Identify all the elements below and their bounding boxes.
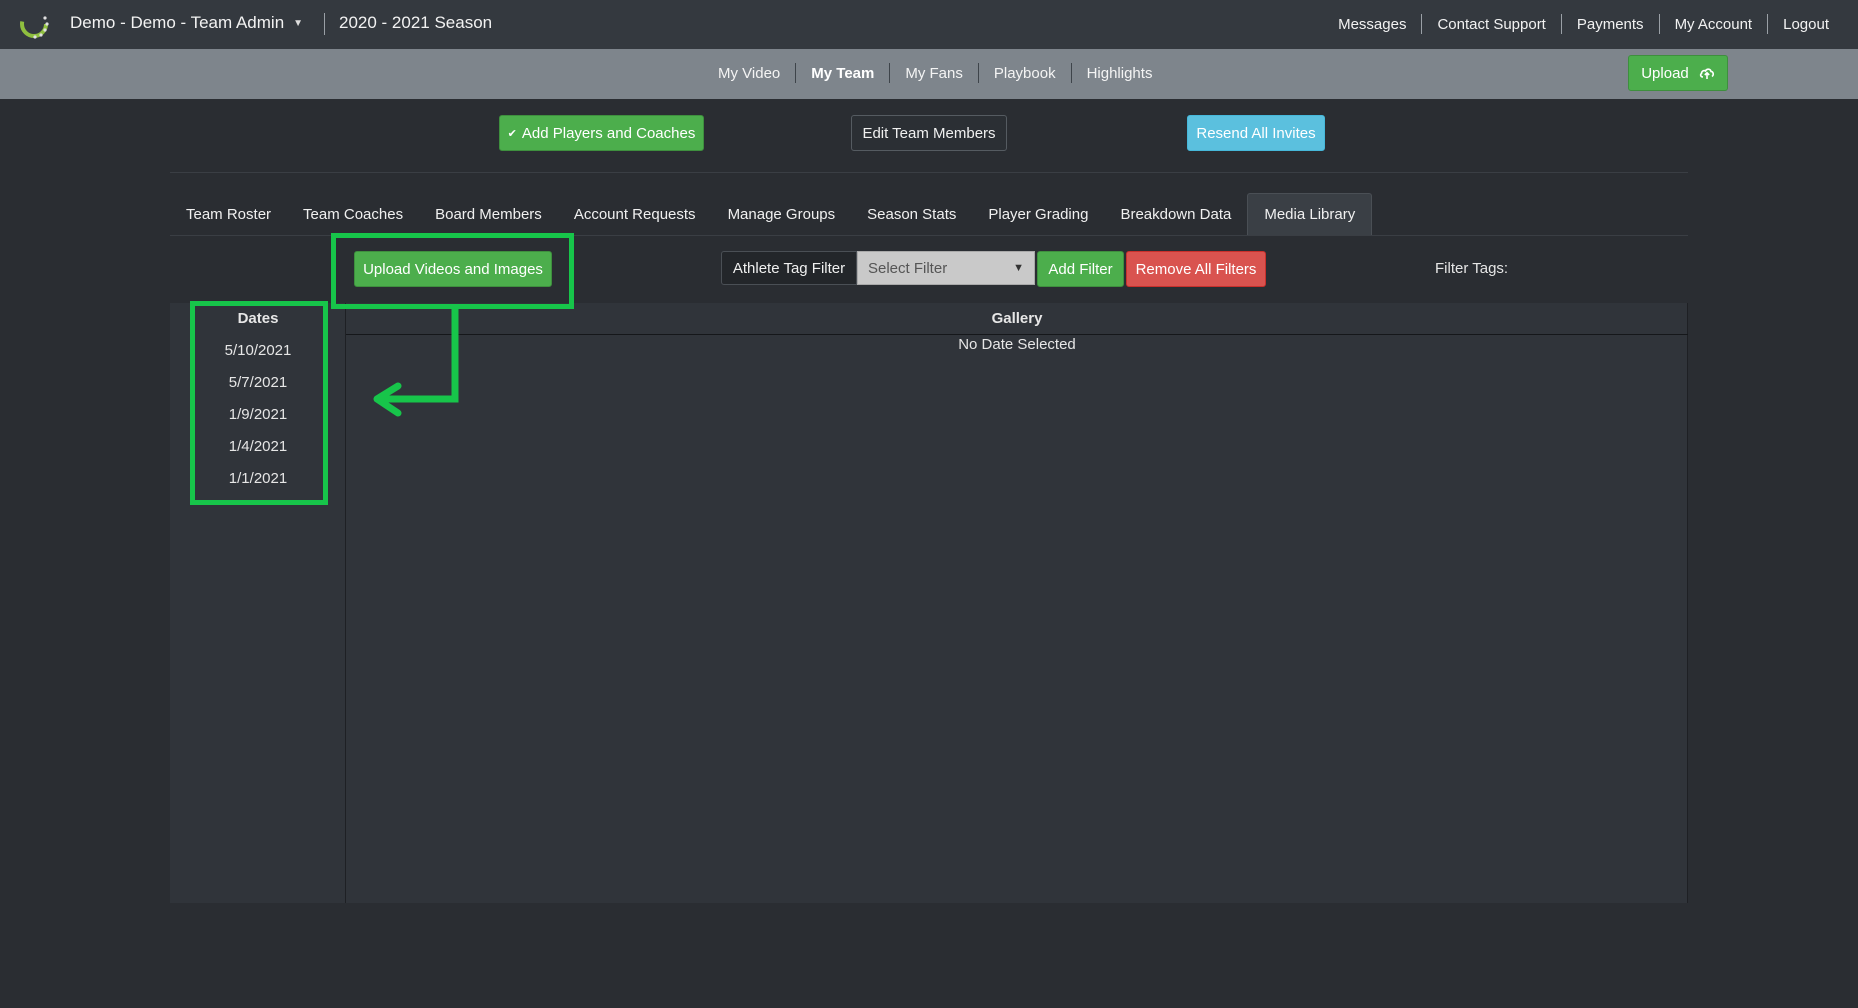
annotation-arrow-icon bbox=[373, 309, 459, 417]
